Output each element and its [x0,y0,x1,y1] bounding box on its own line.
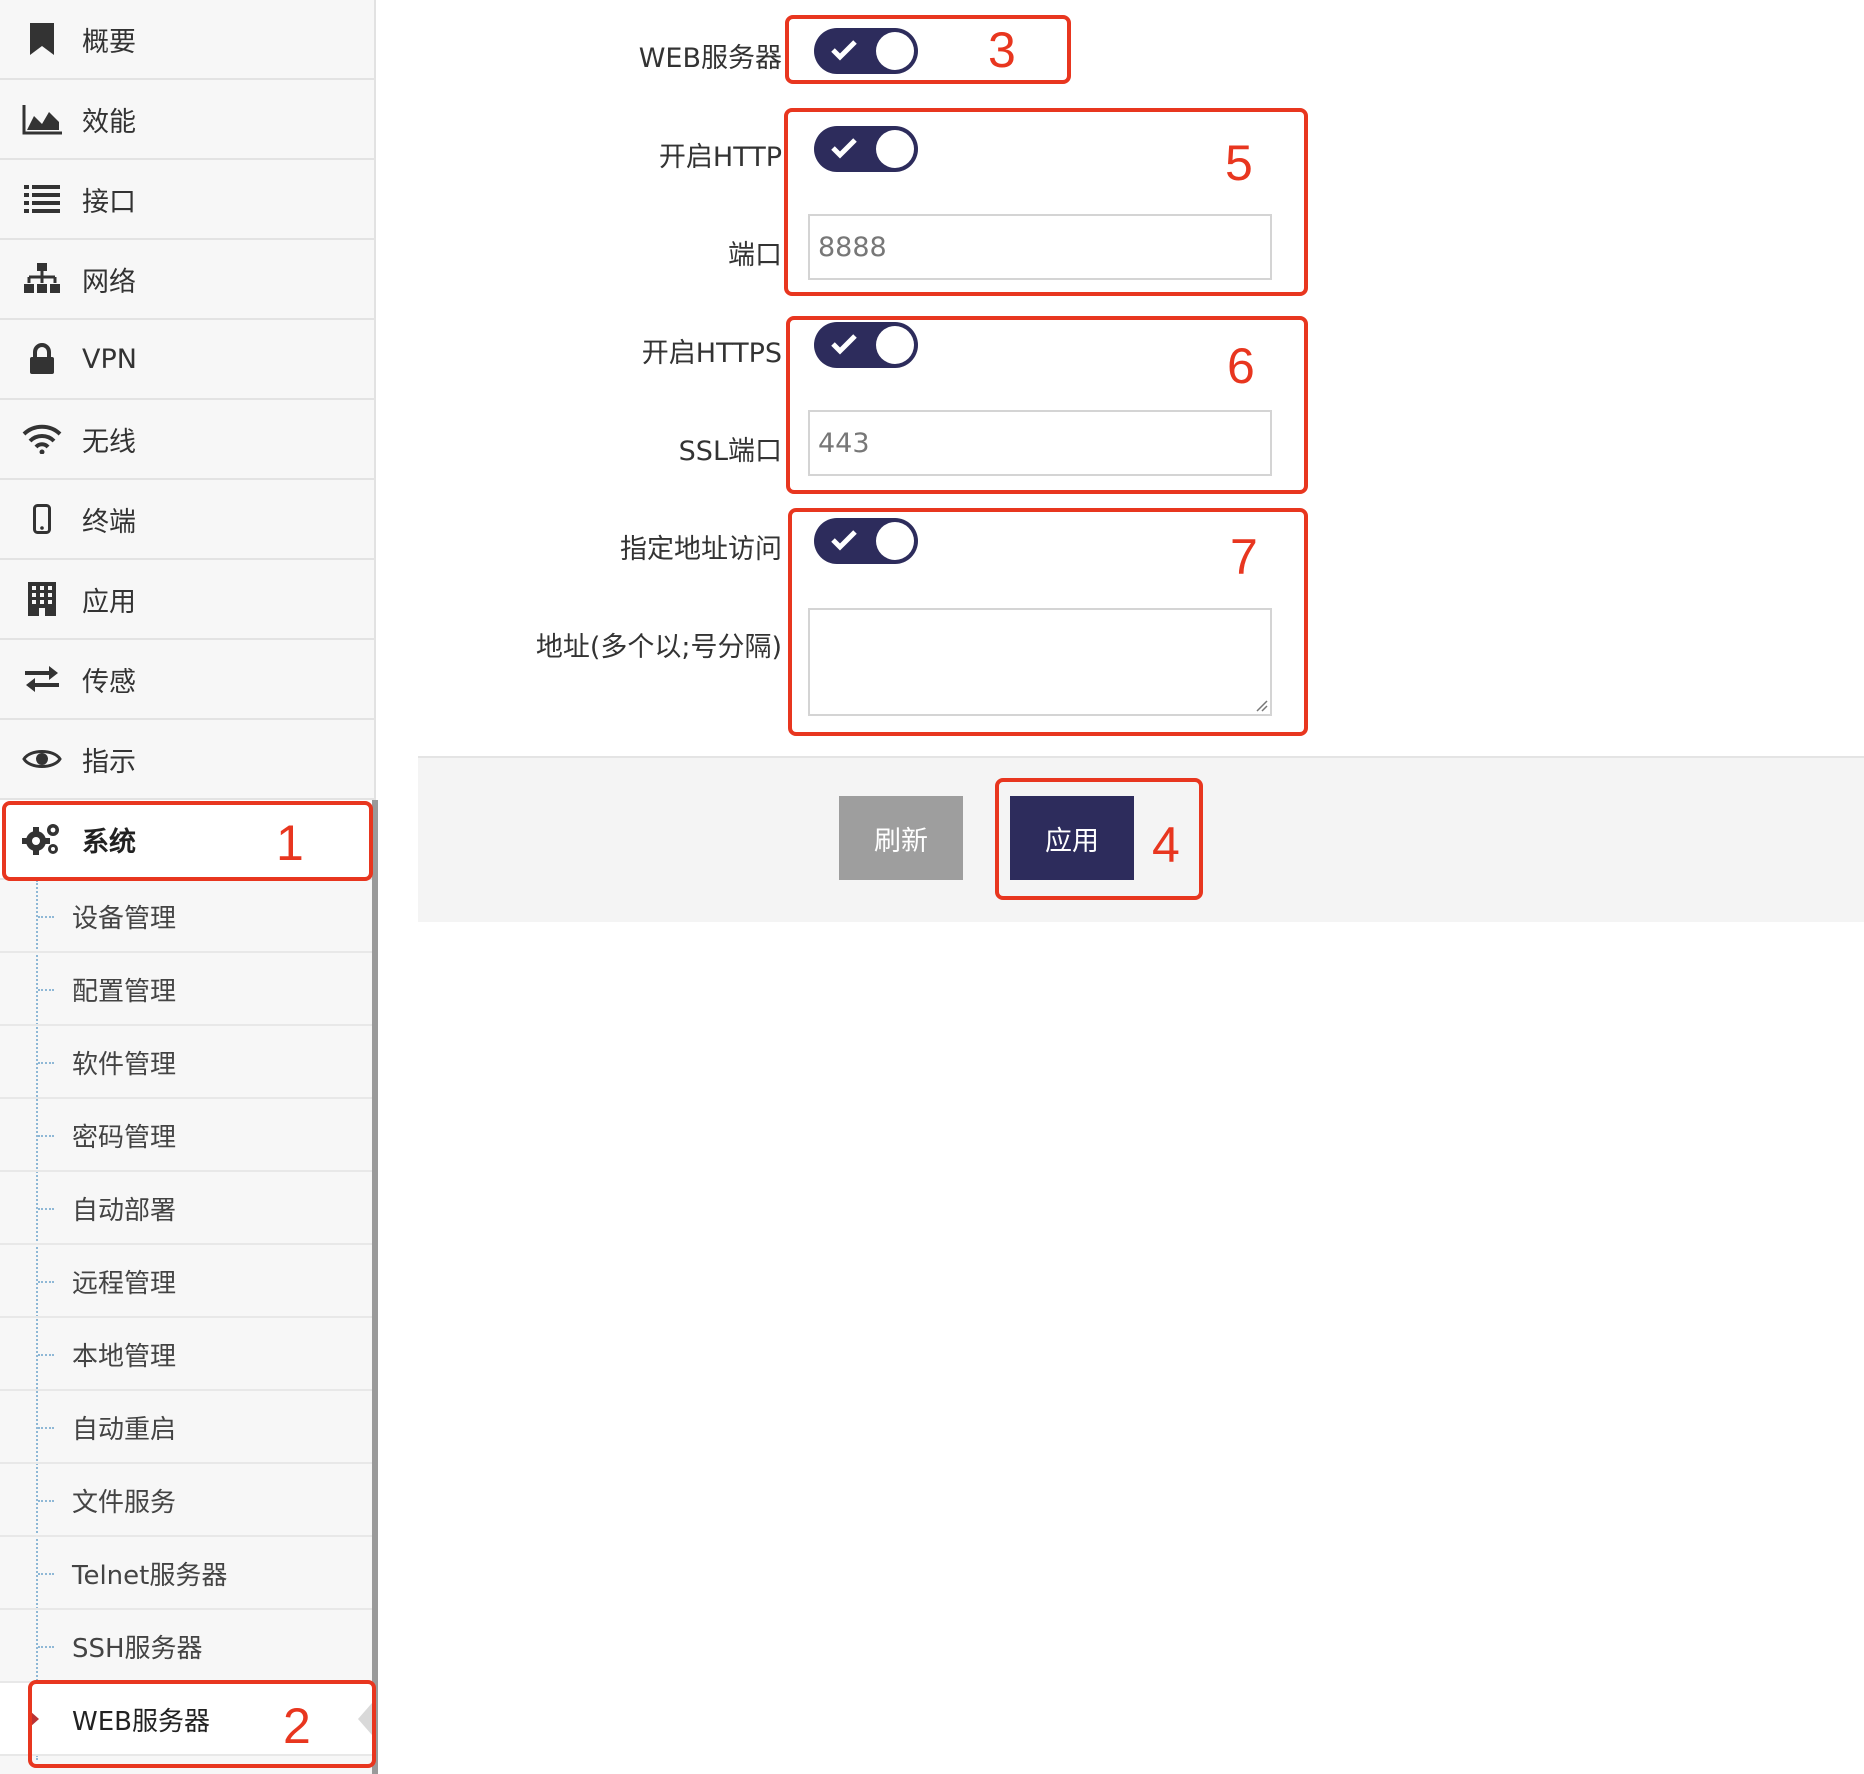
port-label: 端口 [728,240,782,271]
sidebar-item-label: 网络 [82,266,136,298]
submenu-item-auto-restart[interactable]: 自动重启 [0,1391,372,1464]
https-enable-label: 开启HTTPS [641,338,782,369]
submenu-item-label: 自动重启 [72,1415,177,1445]
sidebar-item-network[interactable]: 网络 [0,240,376,320]
tree-dash [38,1281,54,1283]
submenu-item-telnet-server[interactable]: Telnet服务器 [0,1537,372,1610]
submenu-item-ssh-server[interactable]: SSH服务器 [0,1610,372,1683]
sidebar-item-interface[interactable]: 接口 [0,160,376,240]
refresh-button[interactable]: 刷新 [839,796,963,880]
submenu-item-password-management[interactable]: 密码管理 [0,1099,372,1172]
submenu-item-label: SSH服务器 [72,1634,203,1664]
submenu-item-label: 软件管理 [72,1050,177,1080]
sidebar-item-label: 接口 [82,186,136,218]
lock-icon [20,337,64,381]
sidebar-item-label: 传感 [82,666,136,698]
submenu-item-label: 设备管理 [72,904,177,934]
annotation-number-7: 7 [1230,529,1258,585]
tree-dash [38,1354,54,1356]
submenu-item-device-management[interactable]: 设备管理 [0,880,372,953]
sidebar-item-label: 概要 [82,26,136,58]
submenu-item-remote-management[interactable]: 远程管理 [0,1245,372,1318]
bookmark-icon [20,17,64,61]
sidebar-item-label: VPN [82,343,137,375]
sidebar-item-label: 应用 [82,586,136,618]
sidebar-item-label: 效能 [82,106,136,138]
tree-dash [38,989,54,991]
web-server-label: WEB服务器 [638,43,782,74]
annotation-number-6: 6 [1227,338,1255,394]
sidebar-item-wireless[interactable]: 无线 [0,400,376,480]
submenu-item-software-management[interactable]: 软件管理 [0,1026,372,1099]
submenu-item-label: 密码管理 [72,1123,177,1153]
sidebar: 概要 效能 接口 网络 VPN 无线 终端 应用 传感 指示 系统 设备管理 配… [0,0,378,1774]
submenu-item-auto-deploy[interactable]: 自动部署 [0,1172,372,1245]
annotation-number-3: 3 [988,22,1016,78]
sidebar-item-application[interactable]: 应用 [0,560,376,640]
tree-dash [38,1427,54,1429]
annotation-number-1: 1 [276,815,304,871]
tree-dash [38,916,54,918]
sidebar-item-performance[interactable]: 效能 [0,80,376,160]
annotation-number-4: 4 [1152,817,1180,873]
tree-dash [38,1208,54,1210]
sidebar-item-sensor[interactable]: 传感 [0,640,376,720]
sidebar-item-indicator[interactable]: 指示 [0,720,376,800]
submenu-item-label: 本地管理 [72,1342,177,1372]
http-enable-label: 开启HTTP [658,142,782,173]
sidebar-scrollbar[interactable] [372,800,378,1774]
sidebar-item-vpn[interactable]: VPN [0,320,376,400]
tree-dash [38,1573,54,1575]
submenu-item-label: Telnet服务器 [72,1561,228,1591]
sitemap-icon [20,257,64,301]
mobile-icon [20,497,64,541]
annotation-box-1 [2,801,373,881]
building-icon [20,577,64,621]
area-chart-icon [20,97,64,141]
annotation-box-2 [28,1680,376,1768]
tree-dash [38,1135,54,1137]
sidebar-item-label: 终端 [82,506,136,538]
annotation-number-2: 2 [283,1698,311,1754]
submenu-item-label: 配置管理 [72,977,177,1007]
sidebar-item-terminal[interactable]: 终端 [0,480,376,560]
ssl-port-label: SSL端口 [678,436,782,467]
sidebar-item-overview[interactable]: 概要 [0,0,376,80]
submenu-item-label: 远程管理 [72,1269,177,1299]
wifi-icon [20,417,64,461]
submenu-item-config-management[interactable]: 配置管理 [0,953,372,1026]
exchange-icon [20,657,64,701]
allowed-access-label: 指定地址访问 [620,534,782,565]
submenu-item-local-management[interactable]: 本地管理 [0,1318,372,1391]
tree-dash [38,1062,54,1064]
list-icon [20,177,64,221]
submenu-item-file-service[interactable]: 文件服务 [0,1464,372,1537]
tree-dash [38,1500,54,1502]
tree-dash [38,1646,54,1648]
sidebar-item-label: 指示 [82,746,136,778]
annotation-number-5: 5 [1225,135,1253,191]
submenu-item-label: 文件服务 [72,1488,177,1518]
addresses-label: 地址(多个以;号分隔) [535,632,782,663]
sidebar-item-label: 无线 [82,426,136,458]
annotation-box-3 [785,15,1071,84]
eye-icon [20,737,64,781]
submenu-item-label: 自动部署 [72,1196,177,1226]
